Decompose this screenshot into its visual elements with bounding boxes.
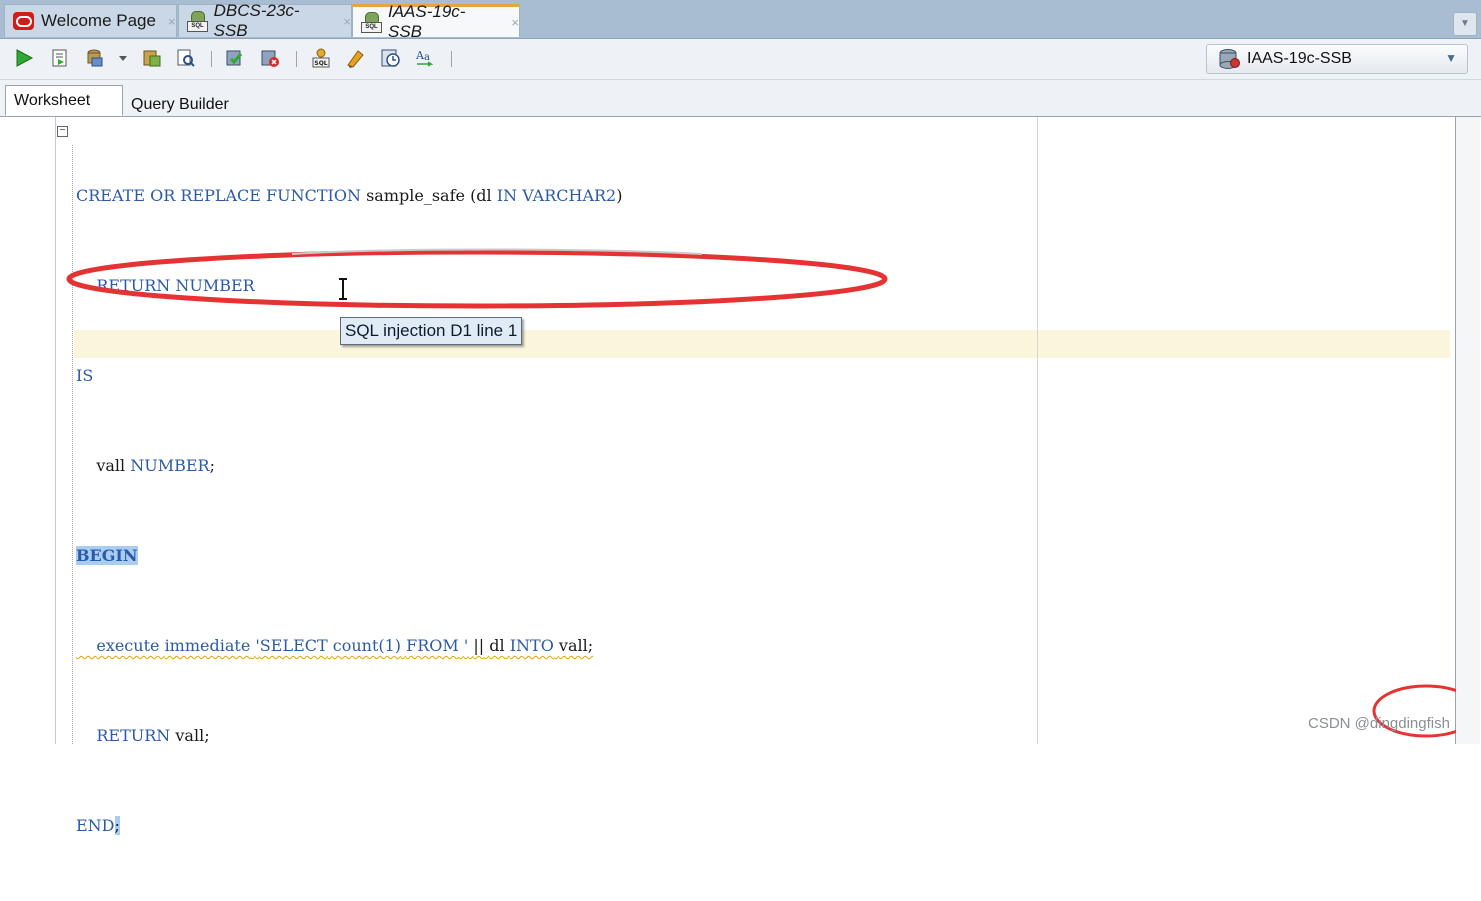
database-connection-icon: [1217, 48, 1241, 70]
explain-plan-icon[interactable]: [141, 47, 163, 69]
tab-query-builder[interactable]: Query Builder: [123, 89, 253, 120]
text-cursor-icon: [339, 278, 347, 300]
matched-keyword: BEGIN: [76, 546, 138, 565]
run-statement-icon[interactable]: [13, 47, 35, 69]
code-line: vall NUMBER;: [96, 456, 215, 475]
sql-database-icon: SQL: [187, 11, 208, 32]
toolbar-separator: [296, 51, 297, 67]
sql-history-icon[interactable]: [380, 47, 402, 69]
tab-label: IAAS-19c-SSB: [387, 2, 466, 41]
vertical-scrollbar[interactable]: [1456, 117, 1480, 744]
svg-text:SQL: SQL: [314, 60, 327, 67]
toolbar-separator: [211, 51, 212, 67]
toolbar-separator: [451, 51, 452, 67]
bracket-match: ;: [114, 816, 120, 835]
fold-guide: [72, 145, 73, 744]
code-line: IS: [76, 366, 94, 385]
code-line-warning: execute immediate 'SELECT count(1) FROM …: [96, 636, 594, 655]
tab-welcome-page[interactable]: Welcome Page ×: [4, 4, 177, 37]
right-margin-line: [1037, 117, 1038, 744]
code-line: CREATE OR REPLACE FUNCTION sample_safe (…: [76, 186, 623, 205]
code-line: END;: [76, 816, 120, 835]
document-tab-bar: Welcome Page × SQL DBCS-23c-SSB × SQL IA…: [0, 0, 1481, 41]
tab-label: DBCS-23c-SSB: [213, 1, 300, 40]
code-line: RETURN NUMBER: [96, 276, 255, 295]
warning-tooltip: SQL injection D1 line 1: [340, 317, 523, 345]
sql-database-icon: SQL: [361, 12, 382, 33]
rollback-icon[interactable]: [259, 47, 281, 69]
code-line: BEGIN: [76, 541, 622, 571]
commit-transaction-icon[interactable]: [224, 47, 246, 69]
connection-select[interactable]: IAAS-19c-SSB ▼: [1206, 44, 1468, 74]
close-icon[interactable]: ×: [343, 14, 351, 29]
code-line: RETURN vall;: [96, 726, 210, 745]
close-icon[interactable]: ×: [168, 14, 176, 29]
tab-label: Welcome Page: [41, 11, 156, 30]
tab-worksheet[interactable]: Worksheet: [5, 85, 123, 116]
oracle-logo-icon: [13, 12, 34, 30]
tab-iaas-19c-ssb[interactable]: SQL IAAS-19c-SSB ×: [352, 2, 520, 41]
tab-list-dropdown-icon[interactable]: ▼: [1453, 12, 1477, 36]
collapse-icon[interactable]: −: [57, 126, 68, 137]
autotrace-icon[interactable]: [175, 47, 197, 69]
chevron-down-icon: ▼: [1445, 51, 1457, 65]
gutter-border: [55, 117, 56, 744]
watermark: CSDN @dingdingfish: [1308, 715, 1450, 732]
clear-icon[interactable]: [344, 47, 366, 69]
dropdown-arrow-icon[interactable]: [116, 47, 130, 69]
tab-dbcs-23c-ssb[interactable]: SQL DBCS-23c-SSB ×: [178, 1, 352, 40]
worksheet-subtabs: Worksheet Query Builder: [0, 80, 1481, 117]
svg-text:a: a: [424, 52, 430, 63]
commit-icon[interactable]: [84, 47, 106, 69]
sql-editor[interactable]: − CREATE OR REPLACE FUNCTION sample_safe…: [0, 117, 1480, 835]
unshared-worksheet-icon[interactable]: SQL: [310, 47, 332, 69]
worksheet-toolbar: SQL Aa IAAS-19c-SSB ▼: [0, 39, 1481, 80]
format-case-icon[interactable]: Aa: [414, 47, 436, 69]
code-area[interactable]: CREATE OR REPLACE FUNCTION sample_safe (…: [76, 121, 622, 901]
connection-label: IAAS-19c-SSB: [1247, 50, 1352, 67]
run-script-icon[interactable]: [49, 47, 71, 69]
close-icon[interactable]: ×: [511, 15, 519, 30]
